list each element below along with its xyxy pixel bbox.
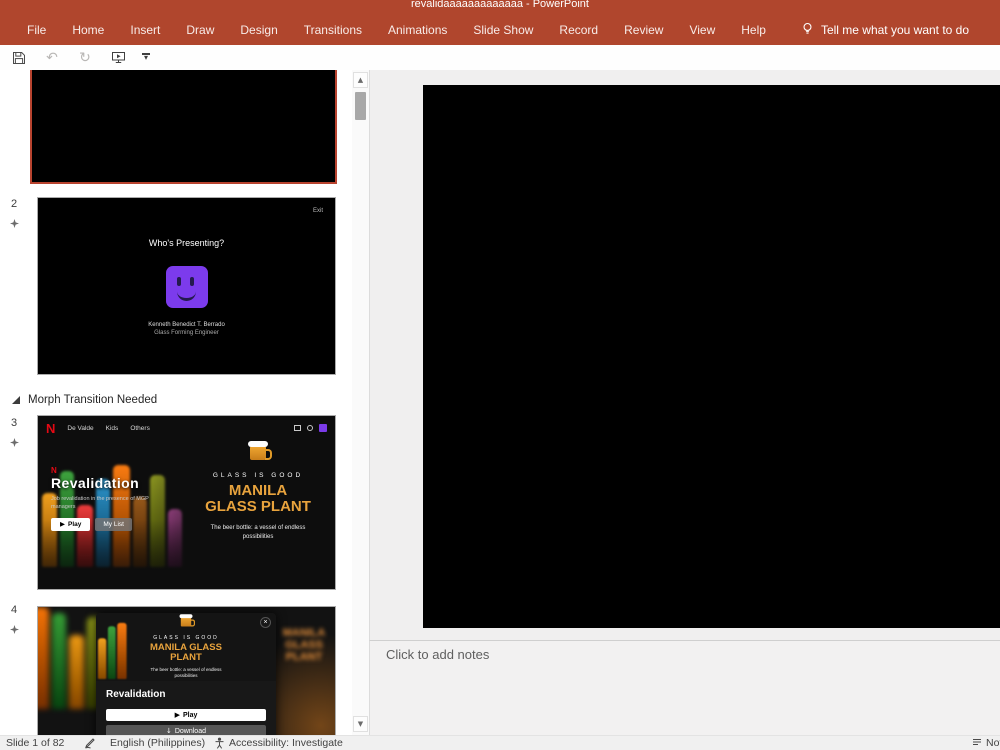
thumbnail-slide-4[interactable]: MANILA GLASS PLANT GLASS IS GOOD MANILA … — [37, 606, 336, 735]
nav-item: Others — [130, 424, 150, 432]
tab-animations[interactable]: Animations — [375, 15, 460, 45]
tagline: GLASS IS GOOD — [212, 472, 304, 479]
play-button: ▶ Play — [106, 709, 266, 721]
netflix-logo: N — [46, 420, 56, 436]
avatar-icon — [319, 424, 327, 432]
tab-slide-show[interactable]: Slide Show — [460, 15, 546, 45]
tab-record[interactable]: Record — [546, 15, 611, 45]
slide-number: 3 — [11, 417, 18, 429]
slide-canvas[interactable] — [423, 85, 1000, 628]
save-icon[interactable] — [10, 49, 28, 67]
ink-pen-icon[interactable] — [84, 737, 96, 750]
tab-draw[interactable]: Draw — [173, 15, 227, 45]
tab-transitions[interactable]: Transitions — [291, 15, 375, 45]
section-collapse-icon — [12, 396, 20, 404]
slide-thumbnail-panel: 2 Exit Who's Presenting? Kenneth Benedic… — [0, 70, 352, 735]
language-indicator[interactable]: English (Philippines) — [110, 737, 205, 750]
section-title: Morph Transition Needed — [28, 394, 158, 406]
glass-title-block: GLASS IS GOOD MANILA GLASS PLANT The bee… — [190, 440, 326, 542]
slide-count-indicator[interactable]: Slide 1 of 82 — [6, 737, 64, 750]
title-bar: revalidaaaaaaaaaaaaa - PowerPoint — [0, 0, 1000, 14]
tell-me-box[interactable]: Tell me what you want to do — [801, 22, 969, 38]
lightbulb-icon — [801, 22, 814, 38]
status-bar: Slide 1 of 82 English (Philippines) Acce… — [0, 735, 1000, 750]
play-icon: ▶ — [174, 711, 180, 719]
scroll-up-icon[interactable]: ▲ — [353, 72, 368, 88]
undo-icon[interactable]: ↶ — [43, 49, 61, 67]
section-header-morph[interactable]: Morph Transition Needed — [12, 394, 157, 406]
nav-item: Kids — [105, 424, 119, 432]
tell-me-label: Tell me what you want to do — [820, 22, 970, 37]
slide-number: 2 — [11, 198, 18, 210]
netflix-mark-icon: N — [51, 466, 57, 475]
scrollbar-thumb[interactable] — [355, 92, 366, 120]
window-title: revalidaaaaaaaaaaaaa - PowerPoint — [411, 0, 589, 10]
caption-text: The beer bottle: a vessel of endless pos… — [150, 666, 222, 679]
download-button: ↓ Download — [106, 725, 266, 735]
presenter-role: Glass Forming Engineer — [154, 330, 219, 336]
slideshow-icon[interactable] — [109, 49, 127, 67]
slide-editing-area — [369, 70, 1000, 640]
show-info-block: N Revalidation Job revalidation in the p… — [51, 466, 181, 531]
blurred-title-right: MANILA GLASS PLANT — [282, 627, 326, 664]
tab-view[interactable]: View — [676, 15, 728, 45]
my-list-button: My List — [95, 517, 132, 531]
thumbnail-slide-3[interactable]: N De Valde Kids Others N Revalidation Jo… — [37, 415, 336, 590]
mini-bottles-image — [98, 622, 127, 679]
quick-access-toolbar: ↶ ↻ ▾ — [0, 45, 1000, 70]
accessibility-status[interactable]: Accessibility: Investigate — [229, 737, 343, 750]
tab-home[interactable]: Home — [59, 15, 117, 45]
main-title: MANILA GLASS PLANT — [150, 642, 222, 664]
slide-number: 4 — [11, 604, 18, 616]
notes-icon — [972, 737, 982, 750]
tab-insert[interactable]: Insert — [117, 15, 173, 45]
cast-icon — [294, 425, 301, 431]
notes-pane[interactable]: Click to add notes — [369, 640, 1000, 735]
thumbnail-scrollbar[interactable]: ▲ ▼ — [352, 70, 369, 735]
close-icon: × — [260, 617, 271, 628]
beer-mug-icon — [248, 441, 272, 460]
smiley-avatar — [166, 266, 208, 308]
main-title: MANILA GLASS PLANT — [205, 482, 311, 516]
presenting-title: Who's Presenting? — [148, 238, 225, 248]
play-button: ▶ Play — [51, 517, 91, 531]
beer-mug-icon — [179, 614, 196, 627]
search-icon — [307, 425, 313, 431]
blurred-bottles-left — [38, 607, 102, 709]
tab-review[interactable]: Review — [611, 15, 676, 45]
animation-star-icon[interactable] — [10, 434, 19, 452]
exit-label: Exit — [312, 208, 323, 214]
powerpoint-window: revalidaaaaaaaaaaaaa - PowerPoint File H… — [0, 0, 1000, 750]
redo-icon[interactable]: ↻ — [76, 49, 94, 67]
show-title: Revalidation — [51, 475, 140, 491]
netflix-navbar: N De Valde Kids Others — [38, 421, 335, 435]
show-title: Revalidation — [106, 689, 166, 700]
notes-placeholder[interactable]: Click to add notes — [386, 647, 489, 662]
nav-item: De Valde — [67, 424, 94, 432]
thumbnail-slide-2[interactable]: Exit Who's Presenting? Kenneth Benedict … — [37, 197, 336, 375]
animation-star-icon[interactable] — [10, 621, 19, 639]
show-subtitle: Job revalidation in the presence of MGP … — [51, 496, 149, 511]
scroll-down-icon[interactable]: ▼ — [353, 716, 368, 732]
caption-text: The beer bottle: a vessel of endless pos… — [210, 525, 306, 541]
play-icon: ▶ — [60, 520, 65, 528]
presenter-name: Kenneth Benedict T. Berrado — [148, 322, 225, 328]
tab-help[interactable]: Help — [728, 15, 779, 45]
notes-toggle-button[interactable]: Notes — [986, 737, 1000, 750]
tab-file[interactable]: File — [14, 15, 59, 45]
animation-star-icon[interactable] — [10, 215, 19, 233]
download-icon: ↓ — [165, 727, 172, 735]
qat-customize-icon[interactable]: ▾ — [142, 53, 150, 62]
title-detail-card: GLASS IS GOOD MANILA GLASS PLANT The bee… — [96, 613, 276, 735]
ribbon-tabs: File Home Insert Draw Design Transitions… — [0, 14, 1000, 45]
card-media: GLASS IS GOOD MANILA GLASS PLANT The bee… — [96, 613, 276, 681]
accessibility-icon — [214, 737, 225, 750]
thumbnail-slide-1[interactable] — [30, 70, 337, 184]
tab-design[interactable]: Design — [227, 15, 290, 45]
